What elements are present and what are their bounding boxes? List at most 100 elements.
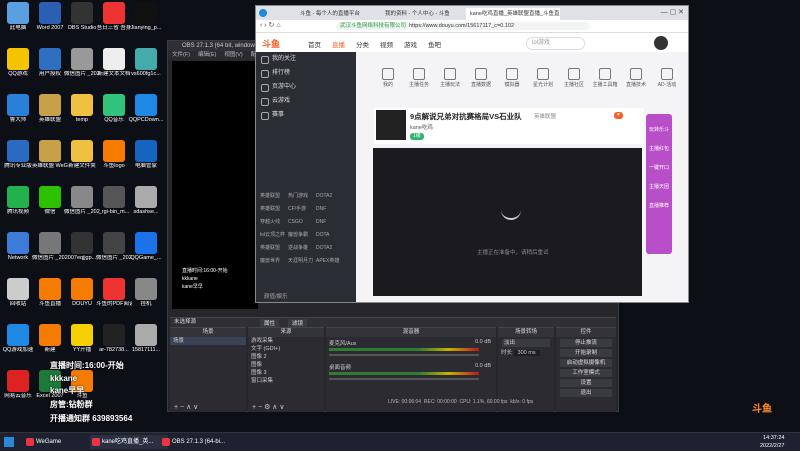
desktop-icon[interactable]: QQ音乐: [96, 94, 132, 134]
avatar[interactable]: [654, 36, 668, 50]
transition-select[interactable]: 淡出: [502, 339, 550, 347]
desktop-icon[interactable]: Network: [0, 232, 36, 272]
desktop-icon[interactable]: 新建: [32, 324, 68, 364]
source-item[interactable]: 游戏采集: [248, 337, 324, 345]
promo-item[interactable]: 一键开口: [646, 164, 672, 171]
desktop-icon[interactable]: 斗鱼的PDF阅读器: [96, 278, 132, 318]
volume-slider[interactable]: [329, 378, 479, 380]
streamer-avatar[interactable]: [376, 110, 406, 140]
taskbar-wegame[interactable]: WeGame: [24, 435, 96, 449]
source-item[interactable]: 窗口采集: [248, 377, 324, 385]
category-link[interactable]: 天涯明月刀: [288, 256, 316, 267]
desktop-icon[interactable]: 新建文件夹: [64, 140, 100, 180]
source-item[interactable]: 文字 (GDI+): [248, 345, 324, 353]
control-button[interactable]: 停止推流: [560, 339, 612, 347]
source-toolbar[interactable]: + − ⚙ ∧ ∨: [252, 403, 284, 411]
tab-1[interactable]: 斗鱼 - 每个人的直播平台: [296, 8, 380, 20]
nav-game[interactable]: 游戏: [404, 39, 417, 49]
promo-item[interactable]: 主播红包: [646, 145, 672, 152]
desktop-icon[interactable]: 007eqjjgp...: [64, 232, 100, 272]
desktop-icon[interactable]: Word 2007: [32, 2, 68, 42]
desktop-icon[interactable]: 此电脑: [0, 2, 36, 42]
desktop-icon[interactable]: DOUYU: [64, 278, 100, 318]
desktop-icon[interactable]: 腾讯专业版: [0, 140, 36, 180]
nav-fishbar[interactable]: 鱼吧: [428, 39, 441, 49]
desktop-icon[interactable]: 微信图片 _2021110...: [96, 232, 132, 272]
nav-buttons[interactable]: ‹ › ↻ ⌂: [260, 21, 281, 29]
desktop-icon[interactable]: 腾讯视频: [0, 186, 36, 226]
desktop-icon[interactable]: OBS Studio: [64, 2, 100, 42]
category-link[interactable]: 英雄联盟: [260, 243, 288, 254]
tool-item[interactable]: AD·活动: [649, 68, 685, 88]
control-button[interactable]: 开始录制: [560, 349, 612, 357]
promo-item[interactable]: 玩转乐斗: [646, 126, 672, 133]
desktop-icon[interactable]: QQ游戏加速: [0, 324, 36, 364]
desktop-icon[interactable]: 回收站: [0, 278, 36, 318]
category-link[interactable]: DOTA2: [316, 191, 344, 202]
promo-item[interactable]: 主播天团: [646, 183, 672, 190]
category-link[interactable]: 魔兽争霸: [288, 230, 316, 241]
source-item[interactable]: 图像 3: [248, 369, 324, 377]
control-button[interactable]: 工作室模式: [560, 369, 612, 377]
desktop-icon[interactable]: 微信图片 _2021110...: [64, 186, 100, 226]
desktop-icon[interactable]: QQGame_...: [128, 232, 164, 272]
streamer-name[interactable]: kane吃鸡: [410, 123, 433, 131]
sidebar-item[interactable]: 我的关注: [256, 52, 356, 66]
promo-item[interactable]: 直播推荐: [646, 202, 672, 209]
sidebar-item[interactable]: 排行榜: [256, 66, 356, 80]
desktop-icon[interactable]: Jianying_p...: [128, 2, 164, 42]
window-controls[interactable]: — ▢ ✕: [661, 8, 684, 16]
desktop-icon[interactable]: _rgi-bin_m...: [96, 186, 132, 226]
desktop-icon[interactable]: 微信图片 _2021110...: [64, 48, 100, 88]
tab-2[interactable]: 我的资料 - 个人中心 - 斗鱼: [381, 8, 465, 20]
category-link[interactable]: 英雄联盟: [260, 204, 288, 215]
sidebar-match[interactable]: 赛事: [256, 108, 356, 122]
control-button[interactable]: 设置: [560, 379, 612, 387]
follow-button[interactable]: ♥: [614, 112, 623, 119]
nav-category[interactable]: 分类: [356, 39, 369, 49]
category-link[interactable]: DOTA2: [316, 243, 344, 254]
sidebar-item[interactable]: 云游戏: [256, 94, 356, 108]
category-link[interactable]: 热门游戏: [288, 191, 316, 202]
clock[interactable]: 14:37:24 2022/2/27: [760, 434, 784, 450]
nav-home[interactable]: 首页: [308, 39, 321, 49]
tab-3[interactable]: kane吃鸡直播_英雄联盟直播_斗鱼直...: [466, 8, 560, 20]
control-button[interactable]: 启动虚拟摄像机: [560, 359, 612, 367]
desktop-icon[interactable]: 斗鱼直播: [32, 278, 68, 318]
taskbar-browser[interactable]: kane吃鸡直播_英...: [90, 435, 168, 449]
desktop-icon[interactable]: ar-782738...: [96, 324, 132, 364]
video-player[interactable]: 主播正在准备中，请稍后重试: [373, 148, 642, 296]
obs-menu-item[interactable]: 编辑(E): [198, 52, 216, 58]
desktop-icon[interactable]: YY开播: [64, 324, 100, 364]
source-item[interactable]: 图像: [248, 361, 324, 369]
desktop-icon[interactable]: 鲁大师: [0, 94, 36, 134]
desktop-icon[interactable]: 微信: [32, 186, 68, 226]
obs-menu-item[interactable]: 视图(V): [224, 52, 242, 58]
category-link[interactable]: 魔兽世界: [260, 256, 288, 267]
desktop-icon[interactable]: 15817111...: [128, 324, 164, 364]
category-link[interactable]: CSGO: [288, 217, 316, 228]
obs-menu-item[interactable]: 文件(F): [172, 52, 190, 58]
stream-category[interactable]: 英雄联盟: [534, 112, 556, 120]
desktop-icon[interactable]: 斗鱼logo: [96, 140, 132, 180]
category-link[interactable]: DNF: [316, 217, 344, 228]
url-input[interactable]: 武汉斗鱼网络科技有限公司 https://www.douyu.com/15617…: [336, 22, 590, 30]
desktop-icon[interactable]: sdashse...: [128, 186, 164, 226]
category-link[interactable]: 逆战争雄: [288, 243, 316, 254]
nav-video[interactable]: 视频: [380, 39, 393, 49]
desktop-icon[interactable]: QQ游戏: [0, 48, 36, 88]
category-link[interactable]: 英雄联盟: [260, 191, 288, 202]
desktop-icon[interactable]: 吾日三省 吾身: [96, 2, 132, 42]
scene-item[interactable]: 场景: [170, 337, 246, 345]
desktop-icon[interactable]: temp: [64, 94, 100, 134]
sidebar-item[interactable]: 页游中心: [256, 80, 356, 94]
promo-panel[interactable]: 玩转乐斗主播红包一键开口主播天团直播推荐: [646, 114, 672, 254]
category-link[interactable]: DOTA: [316, 230, 344, 241]
desktop-icon[interactable]: 用户授权: [32, 48, 68, 88]
category-link[interactable]: 穿越火线: [260, 217, 288, 228]
source-item[interactable]: 图像 2: [248, 353, 324, 361]
douyu-logo[interactable]: 斗鱼: [262, 37, 280, 50]
category-link[interactable]: APEX英雄: [316, 256, 344, 267]
desktop-icon[interactable]: 挂机: [128, 278, 164, 318]
properties-button[interactable]: 属性: [260, 319, 280, 327]
